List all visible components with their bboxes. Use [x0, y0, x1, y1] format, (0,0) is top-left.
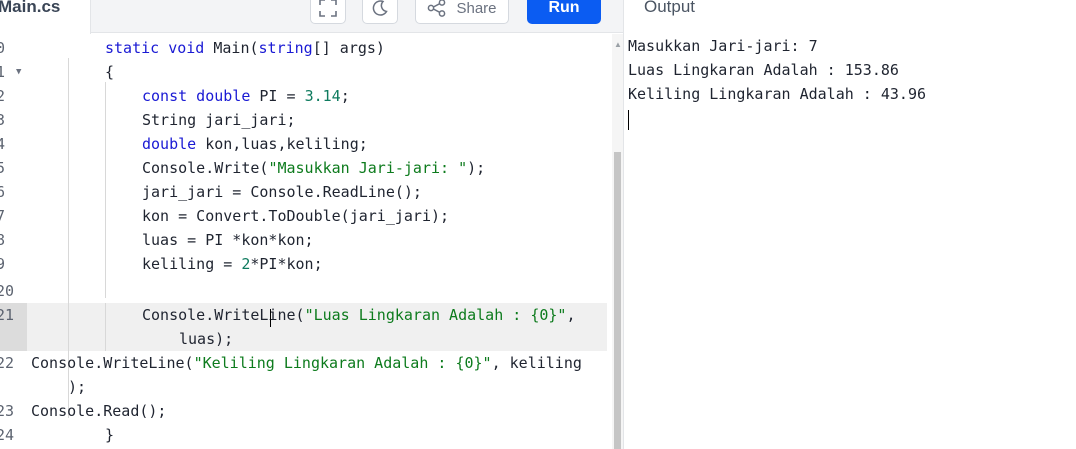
line-number: 6: [0, 183, 6, 201]
share-button[interactable]: Share: [415, 0, 509, 24]
code-text: double kon,luas,keliling;: [142, 135, 368, 153]
code-line: 1 ▼ {: [0, 60, 612, 84]
code-line: 22 Console.WriteLine("Keliling Lingkaran…: [0, 351, 612, 375]
file-tab-label: Main.cs: [0, 0, 61, 16]
code-line: 21 Console.WriteLine("Luas Lingkaran Ada…: [0, 303, 612, 327]
line-number: 0: [0, 39, 6, 57]
code-text: luas);: [179, 330, 234, 348]
line-number: 7: [0, 207, 6, 225]
code-line: 9 keliling = 2*PI*kon;: [0, 252, 612, 276]
code-text: Console.WriteLine("Luas Lingkaran Adalah…: [142, 306, 576, 324]
code-text: Console.WriteLine("Keliling Lingkaran Ad…: [31, 354, 582, 372]
line-number: 2: [0, 87, 6, 105]
code-line: 20: [0, 279, 612, 303]
code-text: static void Main(string[] args): [105, 39, 385, 57]
code-line: 4 double kon,luas,keliling;: [0, 132, 612, 156]
code-editor[interactable]: 0 static void Main(string[] args) 1 ▼ { …: [0, 34, 612, 449]
code-line: 24 }: [0, 423, 612, 447]
code-text: keliling = 2*PI*kon;: [142, 255, 323, 273]
code-text: Console.Read();: [31, 402, 167, 420]
top-bar: Share Run Main.cs Output: [0, 0, 1076, 34]
run-button[interactable]: Run: [527, 0, 601, 24]
file-tab-main-cs[interactable]: Main.cs: [0, 0, 91, 34]
output-line: Masukkan Jari-jari: 7: [628, 37, 818, 55]
output-caret: [628, 110, 629, 130]
line-number: 3: [0, 111, 6, 129]
code-line: 8 luas = PI *kon*kon;: [0, 228, 612, 252]
line-number: 23: [0, 402, 15, 420]
editor-toolbar: Share Run: [91, 0, 623, 33]
line-number: 24: [0, 426, 15, 444]
fullscreen-icon: [319, 0, 337, 17]
code-text: {: [105, 63, 115, 81]
code-text: kon = Convert.ToDouble(jari_jari);: [142, 207, 450, 225]
code-text: jari_jari = Console.ReadLine();: [142, 183, 422, 201]
code-text: );: [68, 378, 87, 396]
share-label: Share: [456, 0, 497, 17]
line-number: 22: [0, 354, 15, 372]
code-line: 3 String jari_jari;: [0, 108, 612, 132]
fullscreen-button[interactable]: [310, 0, 346, 24]
line-number: 8: [0, 231, 6, 249]
code-line: 2 const double PI = 3.14;: [0, 84, 612, 108]
line-number: 20: [0, 282, 15, 300]
scroll-up-arrow-icon[interactable]: ▲: [614, 40, 622, 49]
code-line: 23 Console.Read();: [0, 399, 612, 423]
code-line: 6 jari_jari = Console.ReadLine();: [0, 180, 612, 204]
share-icon: [428, 0, 446, 17]
line-number: 4: [0, 135, 6, 153]
code-line: 7 kon = Convert.ToDouble(jari_jari);: [0, 204, 612, 228]
code-line: 0 static void Main(string[] args): [0, 36, 612, 60]
line-number: 21: [0, 306, 15, 324]
code-line-wrapped: luas);: [0, 327, 612, 351]
text-caret: [270, 309, 271, 327]
code-line: 5 Console.Write("Masukkan Jari-jari: ");: [0, 156, 612, 180]
line-number: 9: [0, 255, 6, 273]
output-title: Output: [644, 0, 696, 16]
code-text: String jari_jari;: [142, 111, 296, 129]
code-text: luas = PI *kon*kon;: [142, 231, 314, 249]
fold-chevron-icon[interactable]: ▼: [16, 60, 21, 84]
output-line: Keliling Lingkaran Adalah : 43.96: [628, 85, 927, 103]
code-text: Console.Write("Masukkan Jari-jari: ");: [142, 159, 486, 177]
output-panel[interactable]: Masukkan Jari-jari: 7 Luas Lingkaran Ada…: [624, 32, 1076, 449]
code-text: const double PI = 3.14;: [142, 87, 350, 105]
code-line-wrapped: );: [0, 375, 612, 399]
theme-toggle-button[interactable]: [362, 0, 398, 24]
code-text: }: [105, 426, 115, 444]
editor-scrollbar-thumb[interactable]: [614, 152, 621, 449]
moon-icon: [372, 0, 388, 16]
pane-divider-top: [623, 0, 624, 32]
output-line: Luas Lingkaran Adalah : 153.86: [628, 61, 899, 79]
line-number: 5: [0, 159, 6, 177]
